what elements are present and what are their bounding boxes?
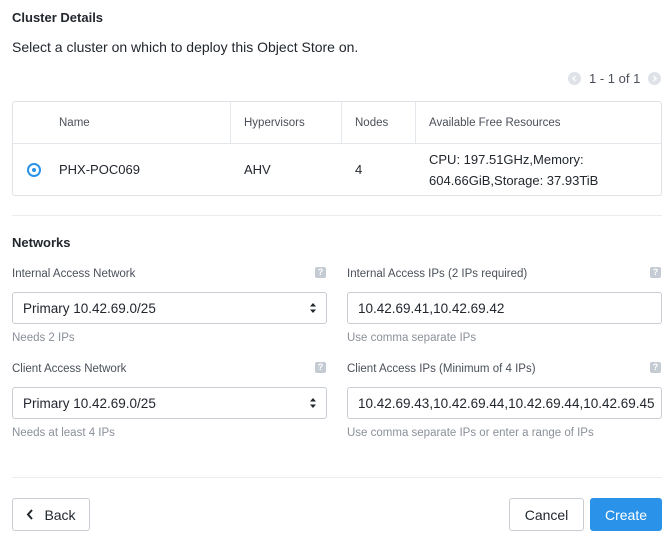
client-ips-input[interactable]: 10.42.69.43,10.42.69.44,10.42.69.44,10.4… [347, 387, 662, 419]
cluster-description: Select a cluster on which to deploy this… [12, 39, 359, 55]
client-ips-label: Client Access IPs (Minimum of 4 IPs) [347, 363, 536, 375]
internal-network-value: Primary 10.42.69.0/25 [23, 300, 156, 316]
client-ips-hint: Use comma separate IPs or enter a range … [347, 427, 594, 439]
updown-arrows-icon [310, 303, 316, 313]
pager-next-button[interactable] [648, 72, 662, 85]
table-header: Name Hypervisors Nodes Available Free Re… [13, 102, 661, 144]
question-icon[interactable]: ? [315, 362, 326, 373]
question-icon[interactable]: ? [650, 267, 661, 278]
internal-ips-input[interactable]: 10.42.69.41,10.42.69.42 [347, 292, 662, 324]
section-divider [12, 215, 662, 216]
cluster-hypervisor: AHV [244, 162, 271, 177]
pagination: 1 - 1 of 1 [568, 71, 662, 86]
networks-title: Networks [12, 235, 71, 250]
back-label: Back [44, 506, 76, 523]
chevron-left-icon [572, 75, 576, 82]
client-network-value: Primary 10.42.69.0/25 [23, 395, 156, 411]
column-header-nodes[interactable]: Nodes [355, 102, 388, 144]
cluster-resources-line2: 604.66GiB,Storage: 37.93TiB [429, 173, 599, 188]
cluster-nodes: 4 [355, 162, 363, 177]
client-network-hint: Needs at least 4 IPs [12, 427, 115, 439]
column-header-hypervisors[interactable]: Hypervisors [244, 102, 305, 144]
column-header-resources[interactable]: Available Free Resources [429, 102, 560, 144]
cluster-details-title: Cluster Details [12, 10, 104, 25]
internal-network-select[interactable]: Primary 10.42.69.0/25 [12, 292, 327, 324]
internal-ips-value: 10.42.69.41,10.42.69.42 [358, 300, 505, 316]
internal-ips-hint: Use comma separate IPs [347, 332, 477, 344]
chevron-left-icon [27, 509, 34, 520]
client-network-label: Client Access Network [12, 363, 127, 375]
internal-network-label: Internal Access Network [12, 268, 136, 280]
question-icon[interactable]: ? [315, 267, 326, 278]
footer-divider [12, 477, 662, 478]
pagination-text: 1 - 1 of 1 [589, 71, 641, 86]
cluster-table: Name Hypervisors Nodes Available Free Re… [12, 101, 662, 196]
updown-arrows-icon [310, 398, 316, 408]
cancel-button[interactable]: Cancel [509, 498, 584, 531]
client-network-select[interactable]: Primary 10.42.69.0/25 [12, 387, 327, 419]
cluster-resources-line1: CPU: 197.51GHz,Memory: [429, 152, 584, 167]
client-ips-value: 10.42.69.43,10.42.69.44,10.42.69.44,10.4… [358, 395, 655, 411]
cluster-name: PHX-POC069 [59, 162, 140, 177]
back-button[interactable]: Back [12, 498, 90, 531]
pager-prev-button[interactable] [568, 72, 581, 85]
chevron-right-icon [653, 75, 658, 82]
internal-network-hint: Needs 2 IPs [12, 332, 75, 344]
cluster-select-radio[interactable] [27, 163, 41, 177]
column-header-name[interactable]: Name [59, 102, 90, 144]
question-icon[interactable]: ? [650, 362, 661, 373]
internal-ips-label: Internal Access IPs (2 IPs required) [347, 268, 528, 280]
create-button[interactable]: Create [590, 498, 662, 531]
